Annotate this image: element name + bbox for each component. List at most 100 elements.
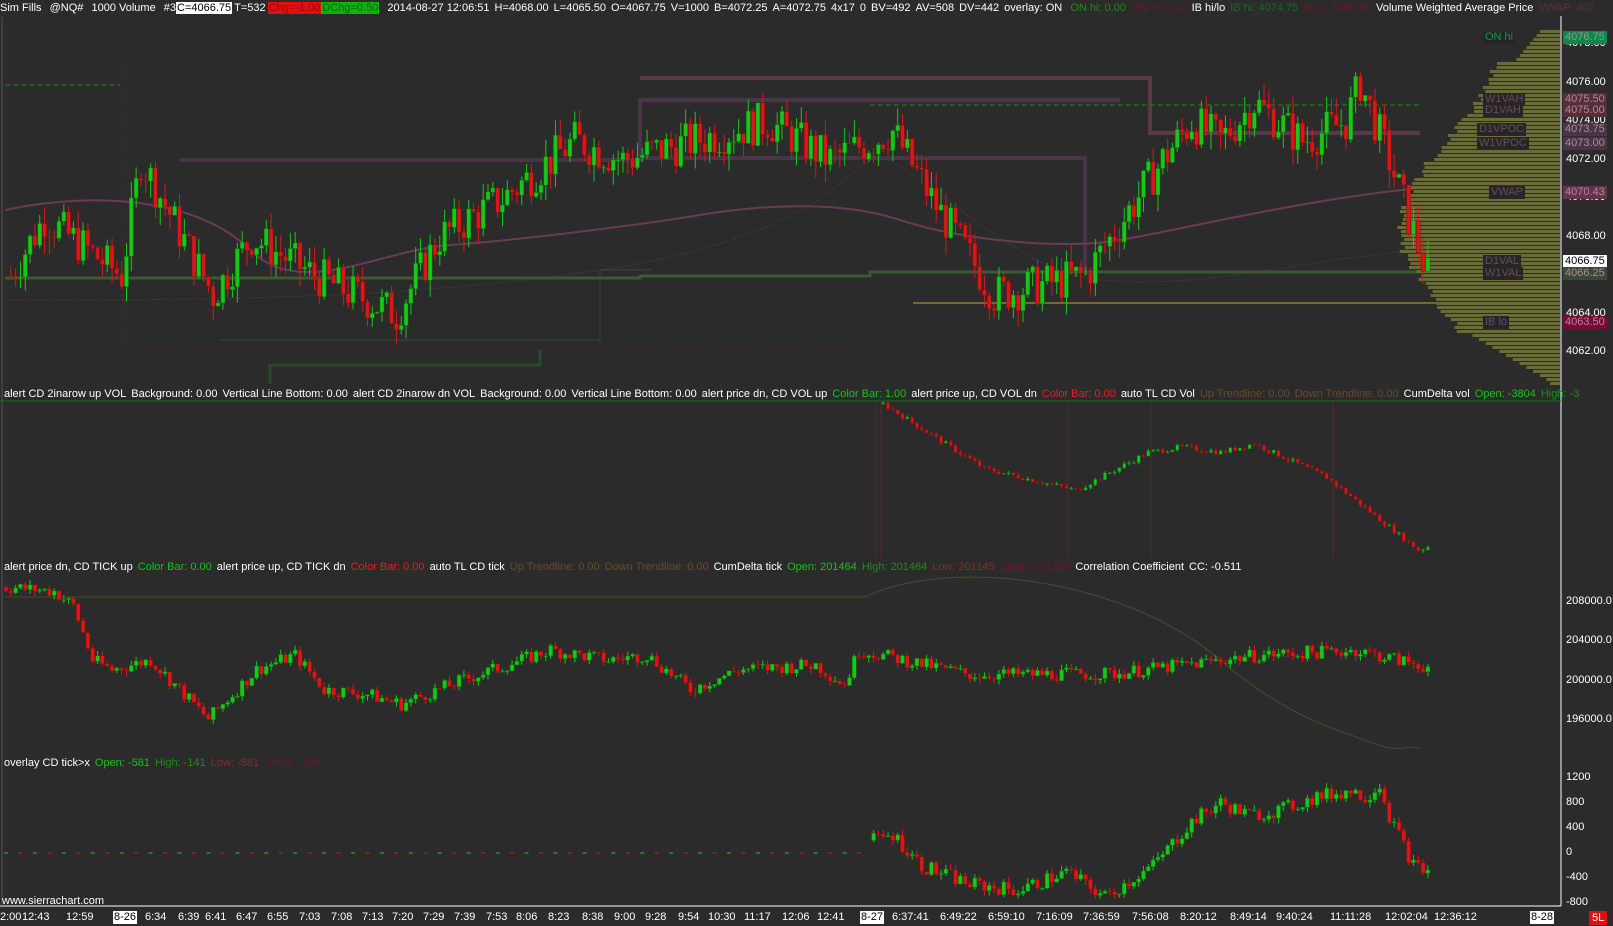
watermark: www.sierrachart.com xyxy=(2,895,105,907)
price-candle xyxy=(1266,89,1272,119)
cd-tick-candle xyxy=(755,660,761,669)
price-candle xyxy=(1175,120,1180,152)
cd-tick-candle xyxy=(1035,667,1040,677)
price-candle xyxy=(326,256,332,279)
overlay-axis-label: 0 xyxy=(1566,846,1573,858)
cd-tick-candle xyxy=(230,694,235,704)
study-label: auto TL CD Vol xyxy=(1120,388,1195,400)
cd-tick-candle xyxy=(803,659,809,667)
overlay-candle xyxy=(1353,788,1358,794)
profile-bar xyxy=(1489,82,1560,85)
time-axis-label: 9:54 xyxy=(678,911,700,923)
cd-tick-candle xyxy=(273,658,279,666)
cd-tick-candle xyxy=(297,646,303,671)
cd-vol-candle xyxy=(1083,485,1088,491)
price-candle xyxy=(1295,116,1301,164)
price-candle xyxy=(1343,125,1349,150)
study-value: High: -141 xyxy=(154,757,206,769)
profile-bar xyxy=(1533,38,1560,41)
chart-canvas[interactable] xyxy=(0,0,1613,926)
cd-tick-candle xyxy=(18,583,23,590)
cd-tick-candle xyxy=(1146,666,1151,680)
price-candle xyxy=(770,129,775,143)
cd-tick-candle xyxy=(615,653,621,663)
profile-bar xyxy=(1550,382,1560,385)
time-axis-label: 12:36:12 xyxy=(1434,911,1477,923)
cd-tick-candle xyxy=(461,670,467,679)
price-candle xyxy=(1015,291,1021,328)
overlay-candle xyxy=(1030,878,1035,886)
cd-tick-candle xyxy=(1406,651,1411,666)
price-candle xyxy=(1281,106,1286,149)
cd-tick-candle xyxy=(61,595,67,604)
overlay-candle xyxy=(1011,884,1016,897)
cd-tick-candle xyxy=(991,677,997,684)
price-candle xyxy=(485,184,491,202)
price-candle xyxy=(398,316,404,335)
price-candle xyxy=(370,306,375,327)
cd-tick-candle xyxy=(109,663,115,673)
cd-tick-candle xyxy=(929,655,934,670)
price-candle xyxy=(934,172,939,223)
overlay-candle xyxy=(972,874,978,890)
price-candle xyxy=(895,108,900,138)
profile-bar xyxy=(1461,118,1560,121)
cd-tick-candle xyxy=(268,661,274,672)
profile-bar xyxy=(1437,154,1560,157)
cd-tick-candle xyxy=(900,654,905,664)
cd-tick-candle xyxy=(1266,646,1272,659)
overlay-candle xyxy=(880,829,886,839)
cd-vol-candle xyxy=(1339,485,1343,490)
price-candle xyxy=(95,245,100,261)
val-line xyxy=(5,270,1420,280)
overlay-candle xyxy=(1276,803,1281,824)
price-candle xyxy=(249,248,255,258)
price-candle xyxy=(813,130,819,178)
study-value: Color Bar: 0.00 xyxy=(137,561,212,573)
study-label: CumDelta tick xyxy=(713,561,783,573)
price-candle xyxy=(341,264,346,306)
cd-tick-candle xyxy=(967,673,973,683)
overlay-candle xyxy=(1040,887,1045,891)
cd-tick-candle xyxy=(153,664,158,672)
cd-vol-candle xyxy=(929,432,934,436)
study-lines xyxy=(0,16,1562,907)
overlay-candle xyxy=(1117,893,1122,898)
cd-tick-candle xyxy=(37,588,42,594)
cd-vol-candle xyxy=(1363,504,1367,509)
profile-bar xyxy=(1428,286,1560,289)
cd-tick-candle xyxy=(1416,661,1421,673)
study-value: Close: -198 xyxy=(264,757,321,769)
cd-tick-candle xyxy=(1309,643,1315,656)
cd-tick-candle xyxy=(51,588,57,600)
price-candle xyxy=(1068,245,1074,275)
cd-tick-candle xyxy=(1170,658,1175,674)
price-candle xyxy=(104,239,110,273)
study-value: Background: 0.00 xyxy=(131,388,218,400)
price-candle xyxy=(157,196,163,225)
profile-bar xyxy=(1403,214,1560,217)
time-axis-label: 6:34 xyxy=(145,911,167,923)
overlay-candle xyxy=(1054,875,1060,883)
price-candle xyxy=(1314,147,1320,170)
cd-tick-candle xyxy=(177,683,182,689)
price-candle xyxy=(1155,163,1161,212)
vwap-line xyxy=(4,187,1421,274)
cd-vol-candle xyxy=(1103,471,1107,480)
profile-bar xyxy=(1539,374,1560,377)
profile-bar xyxy=(1399,210,1560,213)
cd-tick-candle xyxy=(553,641,558,650)
cd-vol-candle xyxy=(1310,465,1314,469)
cd-tick-axis-label: 200000.0 xyxy=(1566,673,1612,686)
study-value: Down Trendline: 0.00 xyxy=(604,561,709,573)
cd-tick-candle xyxy=(1290,647,1296,661)
price-candle xyxy=(659,139,664,167)
cd-vol-candle xyxy=(1204,451,1208,454)
price-candle xyxy=(577,109,582,136)
cd-vol-candle xyxy=(1141,454,1146,458)
price-candle xyxy=(350,265,356,310)
cd-tick-candle xyxy=(789,660,794,675)
profile-bar xyxy=(1409,194,1560,197)
price-candle xyxy=(1319,118,1325,165)
cd-vol-candle xyxy=(1257,443,1261,447)
